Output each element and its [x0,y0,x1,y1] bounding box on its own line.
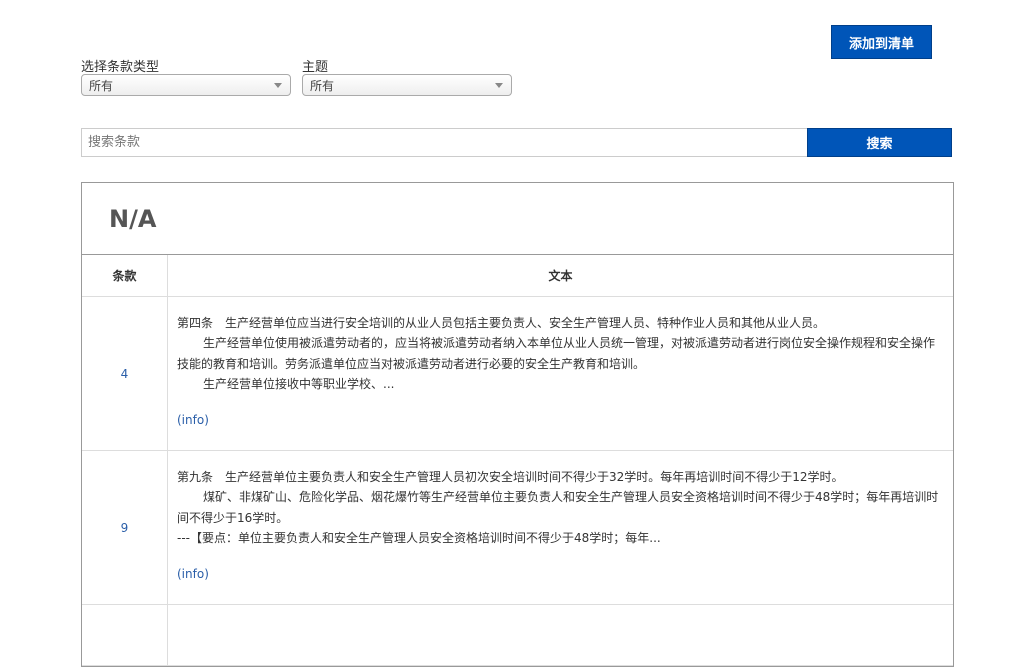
clause-number-link[interactable]: 9 [121,521,129,535]
topic-selected-value: 所有 [310,78,335,93]
chevron-down-icon [274,83,282,88]
clause-paragraph: 生产经营单位接收中等职业学校、... [203,377,395,392]
clause-type-label: 选择条款类型 [81,60,160,75]
clause-text-cell [167,604,953,666]
clauses-table: 条款 文本 4 第四条 生产经营单位应当进行安全培训的从业人员包括主要负责人、安… [82,255,953,666]
clause-text-cell: 第四条 生产经营单位应当进行安全培训的从业人员包括主要负责人、安全生产管理人员、… [167,296,953,451]
add-to-list-button[interactable]: 添加到清单 [831,25,932,59]
clause-number-cell: 4 [82,296,168,451]
search-button[interactable]: 搜索 [807,128,952,157]
table-row: 9 第九条 生产经营单位主要负责人和安全生产管理人员初次安全培训时间不得少于32… [82,450,953,605]
clause-type-selected-value: 所有 [89,78,114,93]
table-row [82,604,953,666]
column-header-number: 条款 [82,255,168,297]
clause-paragraph: 生产经营单位使用被派遣劳动者的，应当将被派遣劳动者纳入本单位从业人员统一管理，对… [177,336,936,371]
topic-select[interactable]: 所有 [302,74,512,96]
topic-label: 主题 [302,60,329,75]
clause-number-cell: 9 [82,450,168,605]
results-panel: N/A 条款 文本 4 第四条 生产经营单位应当进行安全培训的从业人员包括主要负… [81,182,954,667]
clause-paragraph: 第九条 生产经营单位主要负责人和安全生产管理人员初次安全培训时间不得少于32学时… [177,469,844,484]
clause-paragraph: ---【要点：单位主要负责人和安全生产管理人员安全资格培训时间不得少于48学时；… [177,531,661,546]
info-link[interactable]: (info) [177,564,209,585]
results-title: N/A [82,183,953,255]
clause-paragraph: 煤矿、非煤矿山、危险化学品、烟花爆竹等生产经营单位主要负责人和安全生产管理人员安… [177,490,939,525]
clause-type-select[interactable]: 所有 [81,74,291,96]
clause-number-link[interactable]: 4 [121,367,129,381]
search-input[interactable] [81,128,808,157]
clause-text-cell: 第九条 生产经营单位主要负责人和安全生产管理人员初次安全培训时间不得少于32学时… [167,450,953,605]
clause-paragraph: 第四条 生产经营单位应当进行安全培训的从业人员包括主要负责人、安全生产管理人员、… [177,315,826,330]
table-header-row: 条款 文本 [82,255,953,297]
column-header-text: 文本 [167,255,953,297]
table-row: 4 第四条 生产经营单位应当进行安全培训的从业人员包括主要负责人、安全生产管理人… [82,296,953,451]
info-link[interactable]: (info) [177,410,209,431]
chevron-down-icon [495,83,503,88]
clause-number-cell [82,604,168,666]
